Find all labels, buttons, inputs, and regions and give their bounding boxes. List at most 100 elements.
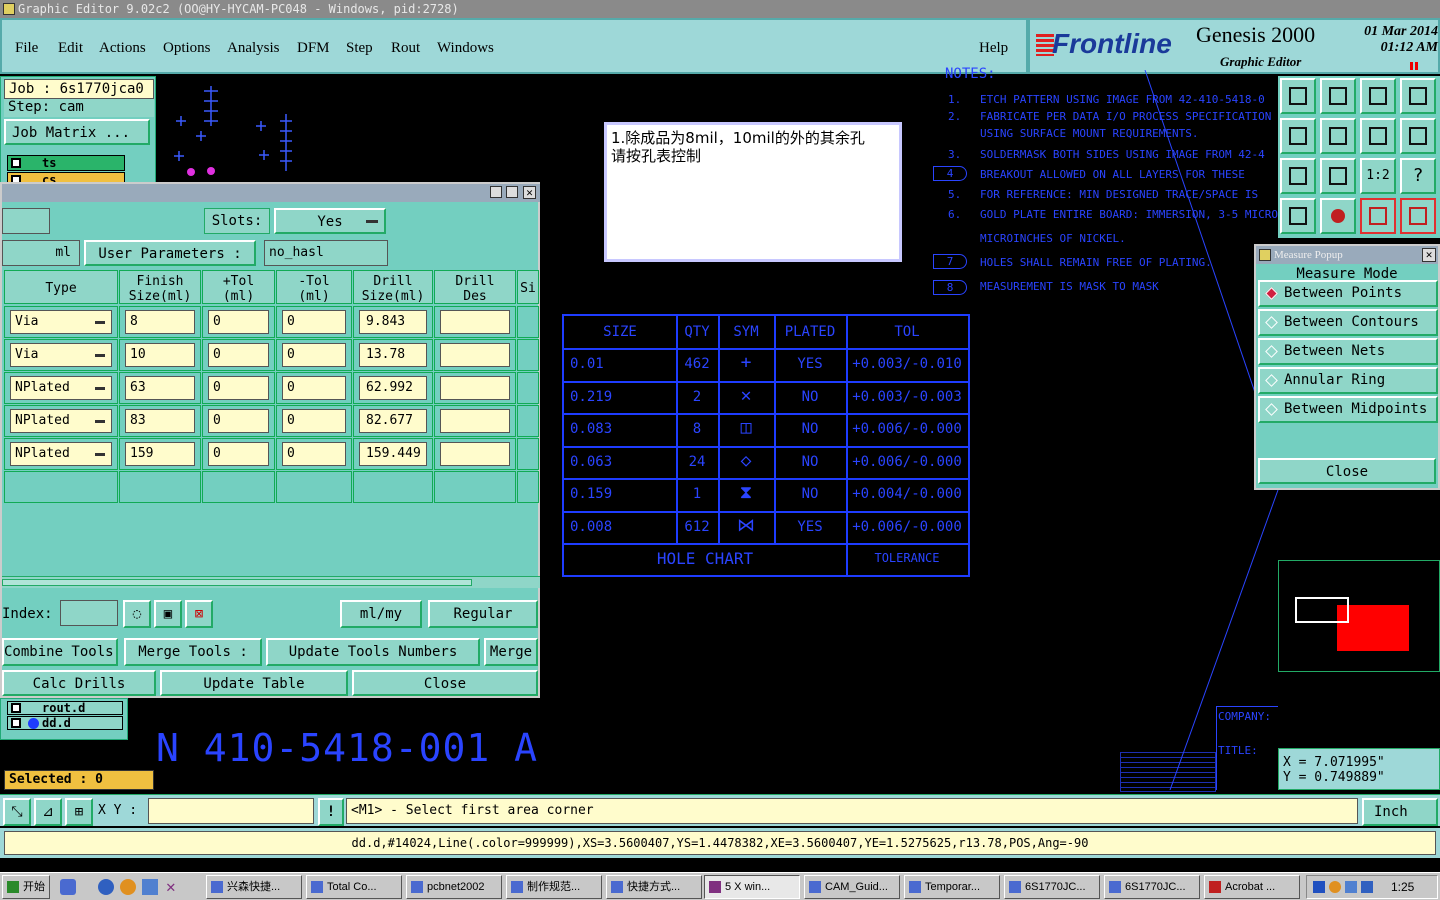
- horizontal-scrollbar[interactable]: [2, 576, 540, 588]
- layer-checkbox[interactable]: [11, 703, 21, 713]
- layer-checkbox[interactable]: [11, 718, 21, 728]
- drill-ntol-input[interactable]: 0: [282, 343, 346, 367]
- genesis-quick-icon[interactable]: ✕: [166, 877, 176, 896]
- minimize-icon[interactable]: [490, 186, 502, 198]
- menu-analysis[interactable]: Analysis: [227, 40, 280, 57]
- layer-row-rout[interactable]: rout.d: [7, 701, 123, 715]
- drill-drill-input[interactable]: 13.78: [359, 343, 427, 367]
- layer-row-ts[interactable]: ts: [7, 155, 125, 171]
- units-select[interactable]: ml/my: [340, 600, 422, 628]
- tray-icon[interactable]: [1345, 881, 1357, 893]
- delete-icon[interactable]: ⊠: [185, 600, 213, 628]
- explorer-icon[interactable]: [142, 879, 158, 895]
- drill-ptol-input[interactable]: 0: [208, 376, 269, 400]
- measure-between-nets[interactable]: Between Nets: [1258, 338, 1438, 365]
- pcb-canvas-top[interactable]: [156, 76, 312, 182]
- drill-drill-input[interactable]: 159.449: [359, 442, 427, 466]
- layers-red-icon[interactable]: [1360, 198, 1396, 234]
- drill-close-button[interactable]: Close: [352, 670, 538, 696]
- user-parameters-value[interactable]: no_hasl: [264, 240, 388, 266]
- menu-help[interactable]: Help: [979, 40, 1008, 57]
- snap-icon[interactable]: [1320, 198, 1356, 234]
- image-icon[interactable]: ▣: [154, 600, 182, 628]
- merge-button[interactable]: Merge: [484, 638, 538, 666]
- drill-finish-input[interactable]: 8: [125, 310, 195, 334]
- overview-map[interactable]: [1278, 560, 1440, 672]
- xy-input[interactable]: [148, 798, 314, 824]
- scrollbar-thumb[interactable]: [2, 579, 472, 586]
- task-10[interactable]: 6S1770JC...: [1104, 875, 1200, 899]
- task-5[interactable]: 快捷方式...: [606, 875, 702, 899]
- drill-ntol-input[interactable]: 0: [282, 442, 346, 466]
- drill-des-input[interactable]: [440, 442, 510, 466]
- task-6-active[interactable]: 5 X win...: [704, 875, 800, 899]
- clock-app-icon[interactable]: [120, 879, 136, 895]
- task-8[interactable]: Temporar...: [904, 875, 1000, 899]
- home-down-icon[interactable]: [1320, 78, 1356, 114]
- center-icon[interactable]: [1320, 158, 1356, 194]
- drill-finish-input[interactable]: 159: [125, 442, 195, 466]
- task-9[interactable]: 6S1770JC...: [1004, 875, 1100, 899]
- scale-icon[interactable]: 1:2: [1360, 158, 1396, 194]
- measure-close-button[interactable]: Close: [1258, 458, 1436, 484]
- task-3[interactable]: pcbnet2002: [406, 875, 502, 899]
- note-box[interactable]: 1.除成品为8mil，10mil的外的其余孔 请按孔表控制: [604, 122, 902, 262]
- start-button[interactable]: 开始: [2, 875, 50, 899]
- quicklaunch-icon[interactable]: [60, 879, 76, 895]
- tool-type-select[interactable]: NPlated: [10, 376, 112, 400]
- menu-dfm[interactable]: DFM: [297, 40, 330, 57]
- menu-rout[interactable]: Rout: [391, 40, 420, 57]
- tool-type-select[interactable]: NPlated: [10, 442, 112, 466]
- task-7[interactable]: CAM_Guid...: [804, 875, 900, 899]
- tray-icon[interactable]: [1313, 881, 1325, 893]
- tool-type-select[interactable]: NPlated: [10, 409, 112, 433]
- task-11[interactable]: Acrobat ...: [1204, 875, 1300, 899]
- drill-finish-input[interactable]: 10: [125, 343, 195, 367]
- layers-red2-icon[interactable]: [1400, 198, 1436, 234]
- task-1[interactable]: 兴森快捷...: [206, 875, 302, 899]
- drill-des-input[interactable]: [440, 310, 510, 334]
- drill-finish-input[interactable]: 83: [125, 409, 195, 433]
- overview-viewport[interactable]: [1295, 597, 1349, 623]
- fit-icon[interactable]: [1280, 158, 1316, 194]
- menu-windows[interactable]: Windows: [437, 40, 494, 57]
- tool-type-select[interactable]: Via: [10, 343, 112, 367]
- tray-icon[interactable]: [1361, 881, 1373, 893]
- menu-edit[interactable]: Edit: [58, 40, 83, 57]
- drill-des-input[interactable]: [440, 376, 510, 400]
- window-split-icon[interactable]: [1400, 78, 1436, 114]
- menu-options[interactable]: Options: [163, 40, 211, 57]
- task-2[interactable]: Total Co...: [306, 875, 402, 899]
- measure-between-midpoints[interactable]: Between Midpoints: [1258, 396, 1438, 423]
- drill-des-input[interactable]: [440, 409, 510, 433]
- drill-drill-input[interactable]: 82.677: [359, 409, 427, 433]
- calc-drills-button[interactable]: Calc Drills: [2, 670, 156, 696]
- lightbulb-icon[interactable]: ◌: [123, 600, 151, 628]
- drill-ptol-input[interactable]: 0: [208, 442, 269, 466]
- menu-step[interactable]: Step: [346, 40, 373, 57]
- merge-tools-button[interactable]: Merge Tools :: [124, 638, 262, 666]
- menu-file[interactable]: File: [15, 40, 38, 57]
- help-icon[interactable]: ?: [1400, 158, 1436, 194]
- measure-between-points[interactable]: Between Points: [1258, 280, 1438, 307]
- task-4[interactable]: 制作规范...: [506, 875, 602, 899]
- slots-select[interactable]: Yes: [274, 208, 386, 234]
- layer-row-dd[interactable]: dd.d: [7, 716, 123, 730]
- drill-unnamed-field[interactable]: [2, 208, 50, 234]
- s-curve-icon[interactable]: [1400, 118, 1436, 154]
- update-tools-numbers-select[interactable]: Update Tools Numbers: [266, 638, 480, 666]
- close-icon[interactable]: ✕: [523, 186, 536, 199]
- drill-des-input[interactable]: [440, 343, 510, 367]
- job-matrix-button[interactable]: Job Matrix ...: [4, 119, 150, 145]
- popup-close-icon[interactable]: ✕: [1422, 248, 1436, 262]
- arrow-out-icon[interactable]: [1320, 118, 1356, 154]
- units-button[interactable]: Inch: [1362, 798, 1438, 826]
- grid-icon[interactable]: ⊞: [65, 798, 93, 826]
- arrow-in-icon[interactable]: [1280, 118, 1316, 154]
- drill-ntol-input[interactable]: 0: [282, 310, 346, 334]
- drill-finish-input[interactable]: 63: [125, 376, 195, 400]
- drill-ptol-input[interactable]: 0: [208, 310, 269, 334]
- drill-drill-input[interactable]: 9.843: [359, 310, 427, 334]
- mode-select[interactable]: Regular: [428, 600, 538, 628]
- house-icon[interactable]: [1360, 78, 1396, 114]
